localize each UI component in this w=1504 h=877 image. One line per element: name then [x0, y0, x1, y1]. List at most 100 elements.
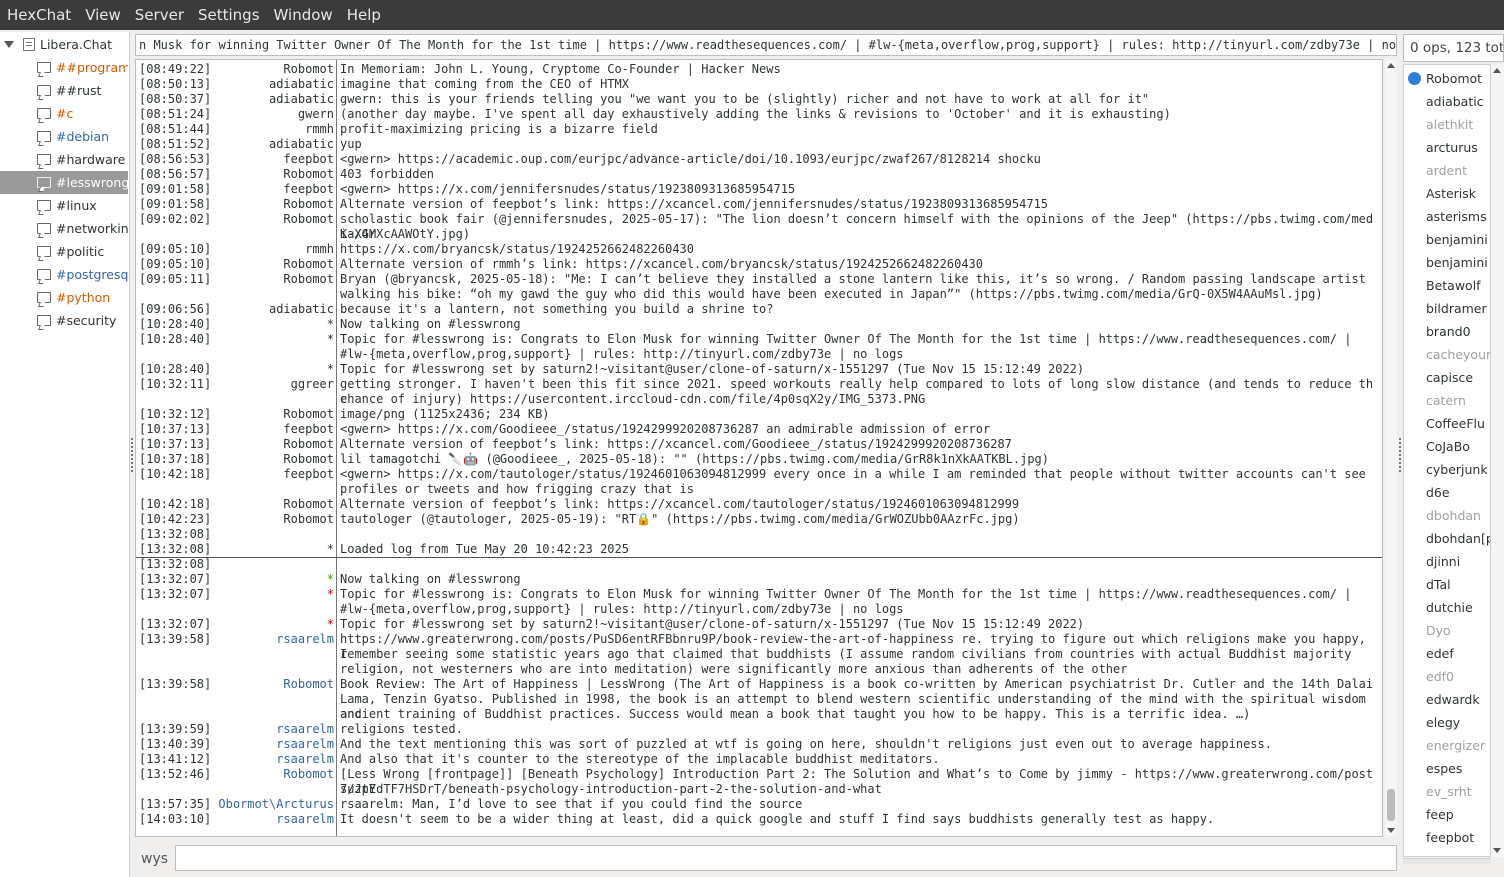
menu-help[interactable]: Help	[340, 0, 388, 30]
user-item[interactable]: djinni	[1426, 550, 1460, 573]
nick-label[interactable]: feepbot	[283, 467, 334, 482]
channel-item[interactable]: #linux	[0, 194, 128, 217]
channel-item[interactable]: #security	[0, 309, 128, 332]
nick-label[interactable]: Robomot	[283, 197, 334, 212]
nick-label[interactable]: rsaarelm	[276, 812, 334, 827]
nick-label[interactable]: *	[327, 542, 334, 557]
user-list-scrollbar[interactable]	[1491, 64, 1504, 857]
user-item[interactable]: Asterisk	[1426, 182, 1476, 205]
nick-label[interactable]: Robomot	[283, 272, 334, 287]
nick-label[interactable]: rsaarelm	[276, 737, 334, 752]
nick-label[interactable]: Robomot	[283, 257, 334, 272]
nick-label[interactable]: Robomot	[283, 452, 334, 467]
network-item-libera[interactable]: Libera.Chat	[0, 33, 128, 56]
scroll-down-arrow-icon[interactable]	[1493, 848, 1501, 853]
nick-label[interactable]: rsaarelm	[276, 632, 334, 647]
user-item[interactable]: Dyo	[1426, 619, 1451, 642]
user-list[interactable]: Robomot adiabatic alethkit arcturus ardent As…	[1403, 64, 1491, 857]
nick-label[interactable]: rsaarelm	[276, 752, 334, 767]
nick-label[interactable]: *	[327, 587, 334, 602]
chat-scroll-thumb[interactable]	[1387, 789, 1395, 821]
menu-window[interactable]: Window	[267, 0, 340, 30]
nick-label[interactable]: gwern	[298, 107, 334, 122]
nick-label[interactable]: feepbot	[283, 422, 334, 437]
expand-arrow-icon[interactable]	[4, 41, 14, 48]
channel-item[interactable]: #python	[0, 286, 128, 309]
user-item[interactable]: edwardk	[1426, 688, 1480, 711]
user-item[interactable]: cyberjunk	[1426, 458, 1488, 481]
user-item[interactable]: Robomot	[1426, 67, 1482, 90]
user-item[interactable]: d6e	[1426, 481, 1450, 504]
chat-log[interactable]: [08:49:22] Robomot In Memoriam: John L. Yo…	[135, 59, 1383, 837]
user-item[interactable]: dbohdan	[1426, 504, 1481, 527]
channel-item[interactable]: ##rust	[0, 79, 128, 102]
user-list-hscrollbar[interactable]	[1403, 858, 1491, 864]
nick-label[interactable]: Robomot	[283, 767, 334, 782]
nick-label[interactable]: rmmh	[305, 242, 334, 257]
channel-item[interactable]: #networkin	[0, 217, 128, 240]
channel-item[interactable]: #debian	[0, 125, 128, 148]
user-item[interactable]: dutchie	[1426, 596, 1473, 619]
nick-label[interactable]: feepbot	[283, 182, 334, 197]
user-item[interactable]: arcturus	[1426, 136, 1478, 159]
user-item[interactable]: bildramer	[1426, 297, 1487, 320]
user-item[interactable]: capisce	[1426, 366, 1473, 389]
channel-item[interactable]: #hardware	[0, 148, 128, 171]
chat-input[interactable]	[175, 845, 1397, 871]
nick-label[interactable]: Robomot	[283, 512, 334, 527]
nick-label[interactable]: adiabatic	[269, 137, 334, 152]
channel-item[interactable]: #politic	[0, 240, 128, 263]
nick-label[interactable]: rsaarelm	[276, 722, 334, 737]
channel-item[interactable]: #postgresq	[0, 263, 128, 286]
user-item[interactable]: edf0	[1426, 665, 1454, 688]
user-item[interactable]: cacheyour	[1426, 343, 1490, 366]
nick-label[interactable]: *	[327, 362, 334, 377]
nick-label[interactable]: ggreer	[291, 377, 334, 392]
scroll-down-arrow-icon[interactable]	[1387, 828, 1395, 833]
menu-view[interactable]: View	[78, 0, 128, 30]
nick-label[interactable]: Robomot	[283, 677, 334, 692]
nick-label[interactable]: *	[327, 317, 334, 332]
user-item[interactable]: feepbot	[1426, 826, 1474, 849]
scroll-up-arrow-icon[interactable]	[1387, 63, 1395, 68]
user-item[interactable]: dTal	[1426, 573, 1451, 596]
nick-label[interactable]: *	[327, 617, 334, 632]
user-item[interactable]: catern	[1426, 389, 1466, 412]
channel-item[interactable]: #lesswrong	[0, 171, 128, 194]
nick-label[interactable]: Robomot	[283, 167, 334, 182]
menu-hexchat[interactable]: HexChat	[0, 0, 78, 30]
nick-label[interactable]: adiabatic	[269, 92, 334, 107]
user-item[interactable]: adiabatic	[1426, 90, 1484, 113]
nick-label[interactable]: feepbot	[283, 152, 334, 167]
nick-label[interactable]: adiabatic	[269, 302, 334, 317]
scroll-up-arrow-icon[interactable]	[1493, 68, 1501, 73]
topic-bar[interactable]: n Musk for winning Twitter Owner Of The …	[135, 34, 1397, 56]
user-item[interactable]: feep	[1426, 803, 1454, 826]
channel-item[interactable]: ##programm	[0, 56, 128, 79]
user-item[interactable]: CoffeeFlu	[1426, 412, 1485, 435]
user-item[interactable]: ardent	[1426, 159, 1467, 182]
user-item[interactable]: elegy	[1426, 711, 1460, 734]
user-item[interactable]: CoJaBo	[1426, 435, 1470, 458]
user-item[interactable]: energizer	[1426, 734, 1485, 757]
nick-label[interactable]: Robomot	[283, 437, 334, 452]
chat-scrollbar[interactable]	[1385, 59, 1397, 837]
user-item[interactable]: alethkit	[1426, 113, 1473, 136]
nick-label[interactable]: Robomot	[283, 407, 334, 422]
user-item[interactable]: benjamini	[1426, 251, 1488, 274]
user-item[interactable]: asterisms	[1426, 205, 1487, 228]
user-item[interactable]: brand0	[1426, 320, 1471, 343]
nick-label[interactable]: Obormot\Arcturus	[218, 797, 334, 812]
user-item[interactable]: ev_srht	[1426, 780, 1472, 803]
nick-label[interactable]: adiabatic	[269, 77, 334, 92]
menu-settings[interactable]: Settings	[191, 0, 267, 30]
nick-button[interactable]: wys	[135, 845, 175, 873]
nick-label[interactable]: Robomot	[283, 497, 334, 512]
channel-item[interactable]: #c	[0, 102, 128, 125]
nick-label[interactable]: Robomot	[283, 212, 334, 227]
user-item[interactable]: edef	[1426, 642, 1454, 665]
user-item[interactable]: benjamini	[1426, 228, 1488, 251]
right-pane-grip-icon[interactable]	[1399, 438, 1401, 472]
nick-label[interactable]: *	[327, 332, 334, 347]
menu-server[interactable]: Server	[128, 0, 191, 30]
